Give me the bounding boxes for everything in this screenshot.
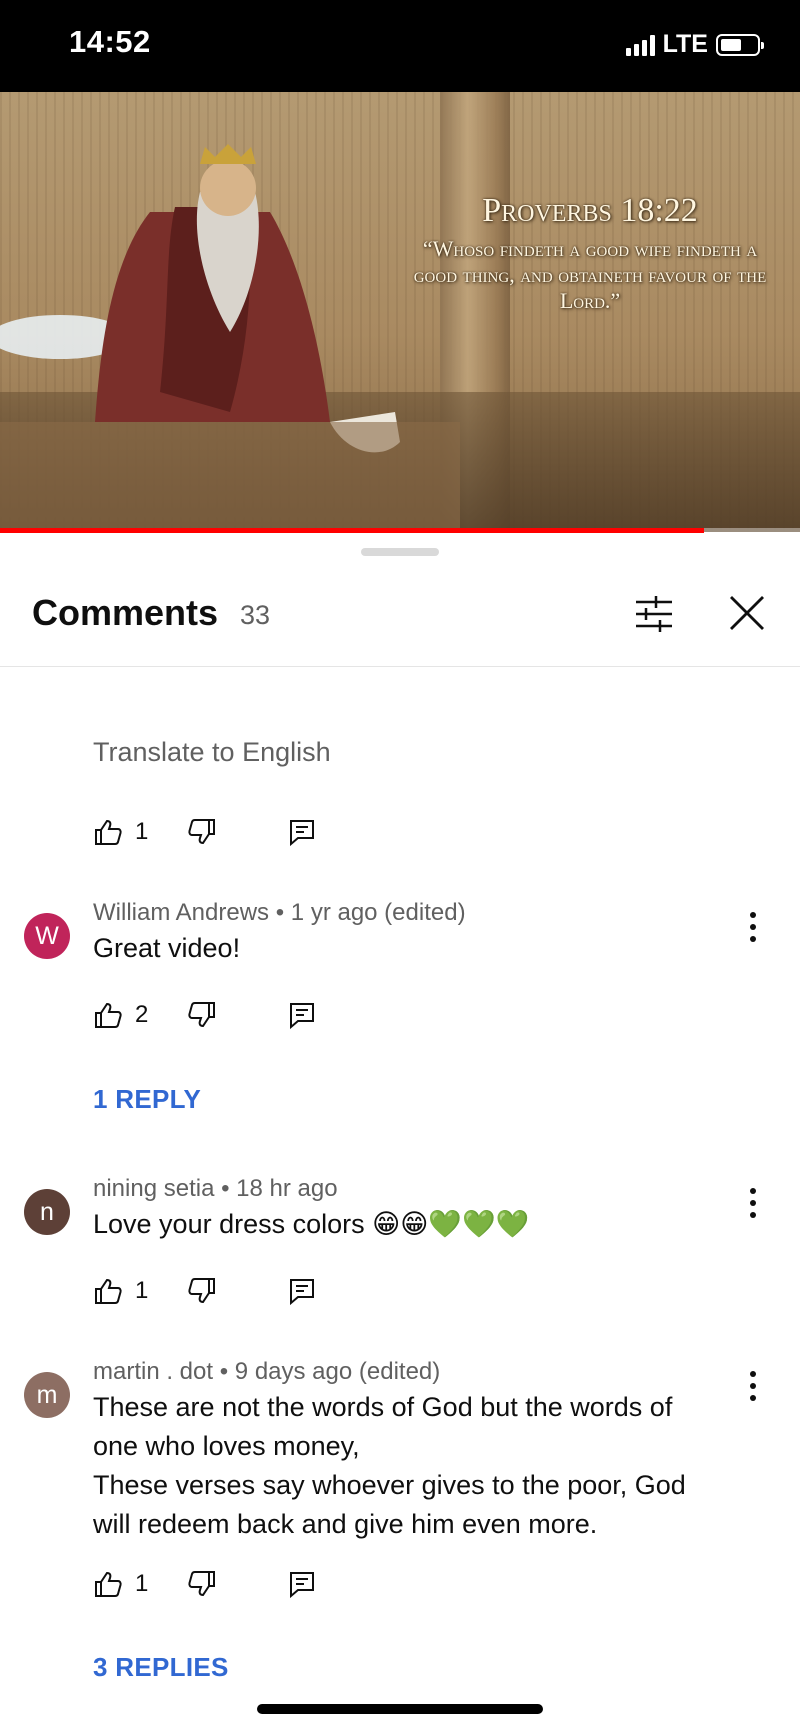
comment-text: These are not the words of God but the w… bbox=[93, 1388, 723, 1544]
comment-icon bbox=[290, 820, 314, 847]
comment-time: 18 hr ago bbox=[236, 1175, 338, 1202]
like-count: 1 bbox=[135, 818, 149, 845]
status-bar: 14:52 LTE bbox=[0, 0, 800, 92]
comment-author[interactable]: William Andrews bbox=[93, 899, 269, 926]
status-time: 14:52 bbox=[69, 24, 151, 59]
comments-title: Comments bbox=[32, 592, 219, 633]
like-count: 1 bbox=[135, 1277, 149, 1304]
thumbs-up-icon bbox=[95, 1002, 122, 1028]
comment-icon bbox=[290, 1572, 314, 1599]
comment-text: Love your dress colors 😁😁💚💚💚 bbox=[93, 1209, 530, 1239]
comment-icon bbox=[290, 1003, 314, 1030]
thumbs-up-icon bbox=[95, 1571, 122, 1597]
comment-actions: 1 bbox=[93, 1569, 317, 1599]
comment-time: 1 yr ago (edited) bbox=[290, 899, 466, 926]
comment-actions: 1 bbox=[93, 1276, 317, 1306]
comment-actions: 1 bbox=[93, 817, 317, 847]
network-label: LTE bbox=[662, 30, 708, 58]
comment-meta: nining setia • 18 hr ago bbox=[93, 1175, 338, 1202]
translate-link[interactable]: Translate to English bbox=[93, 737, 331, 768]
comment-icon bbox=[290, 1279, 314, 1306]
avatar[interactable]: W bbox=[24, 913, 70, 959]
more-vertical-icon[interactable] bbox=[740, 1183, 766, 1223]
comment-meta: martin . dot • 9 days ago (edited) bbox=[93, 1358, 441, 1385]
view-replies-link[interactable]: 3 REPLIES bbox=[93, 1652, 229, 1683]
like-button[interactable]: 1 bbox=[93, 1276, 187, 1306]
comment-author[interactable]: martin . dot bbox=[93, 1358, 213, 1385]
video-progress-fill bbox=[0, 528, 704, 533]
avatar[interactable]: n bbox=[24, 1189, 70, 1235]
more-vertical-icon[interactable] bbox=[740, 907, 766, 947]
thumbs-up-icon bbox=[95, 1278, 122, 1304]
comment-time: 9 days ago (edited) bbox=[234, 1358, 441, 1385]
status-indicators: LTE bbox=[625, 30, 764, 59]
dislike-button[interactable] bbox=[187, 1000, 217, 1030]
like-button[interactable]: 2 bbox=[93, 1000, 187, 1030]
reply-button[interactable] bbox=[287, 1000, 317, 1030]
comments-sheet: Comments 33 Translate to English 1 W Wil… bbox=[0, 534, 800, 1731]
comments-count: 33 bbox=[240, 600, 271, 630]
verse-reference: Proverbs 18:22 bbox=[482, 192, 698, 229]
thumbs-down-icon bbox=[188, 819, 215, 845]
like-count: 2 bbox=[135, 1001, 149, 1028]
comment-text-line: These verses say whoever gives to the po… bbox=[93, 1470, 686, 1539]
comment-meta: William Andrews • 1 yr ago (edited) bbox=[93, 899, 466, 926]
avatar[interactable]: m bbox=[24, 1372, 70, 1418]
dislike-button[interactable] bbox=[187, 817, 217, 847]
dislike-button[interactable] bbox=[187, 1569, 217, 1599]
comment-text-line: These are not the words of God but the w… bbox=[93, 1392, 673, 1461]
video-progress-bar[interactable] bbox=[0, 528, 800, 533]
like-button[interactable]: 1 bbox=[93, 817, 187, 847]
home-indicator[interactable] bbox=[257, 1704, 543, 1714]
comment-actions: 2 bbox=[93, 1000, 317, 1030]
drag-handle[interactable] bbox=[361, 548, 439, 556]
comments-header: Comments 33 bbox=[0, 562, 800, 667]
sliders-icon[interactable] bbox=[632, 592, 676, 636]
more-vertical-icon[interactable] bbox=[740, 1366, 766, 1406]
comment-text: Great video! bbox=[93, 933, 241, 963]
like-button[interactable]: 1 bbox=[93, 1569, 187, 1599]
video-player[interactable]: Proverbs 18:22 “Whoso findeth a good wif… bbox=[0, 92, 800, 532]
reply-button[interactable] bbox=[287, 1569, 317, 1599]
signal-icon bbox=[625, 34, 655, 56]
reply-button[interactable] bbox=[287, 1276, 317, 1306]
close-icon[interactable] bbox=[722, 588, 772, 638]
thumbs-down-icon bbox=[188, 1278, 215, 1304]
like-count: 1 bbox=[135, 1570, 149, 1597]
view-replies-link[interactable]: 1 REPLY bbox=[93, 1084, 201, 1115]
comment-author[interactable]: nining setia bbox=[93, 1175, 214, 1202]
video-caption: Proverbs 18:22 “Whoso findeth a good wif… bbox=[380, 192, 800, 314]
reply-button[interactable] bbox=[287, 817, 317, 847]
verse-text: “Whoso findeth a good wife findeth a goo… bbox=[413, 236, 767, 313]
dislike-button[interactable] bbox=[187, 1276, 217, 1306]
battery-icon bbox=[716, 33, 764, 56]
thumbs-down-icon bbox=[188, 1002, 215, 1028]
thumbs-down-icon bbox=[188, 1571, 215, 1597]
thumbs-up-icon bbox=[95, 819, 122, 845]
